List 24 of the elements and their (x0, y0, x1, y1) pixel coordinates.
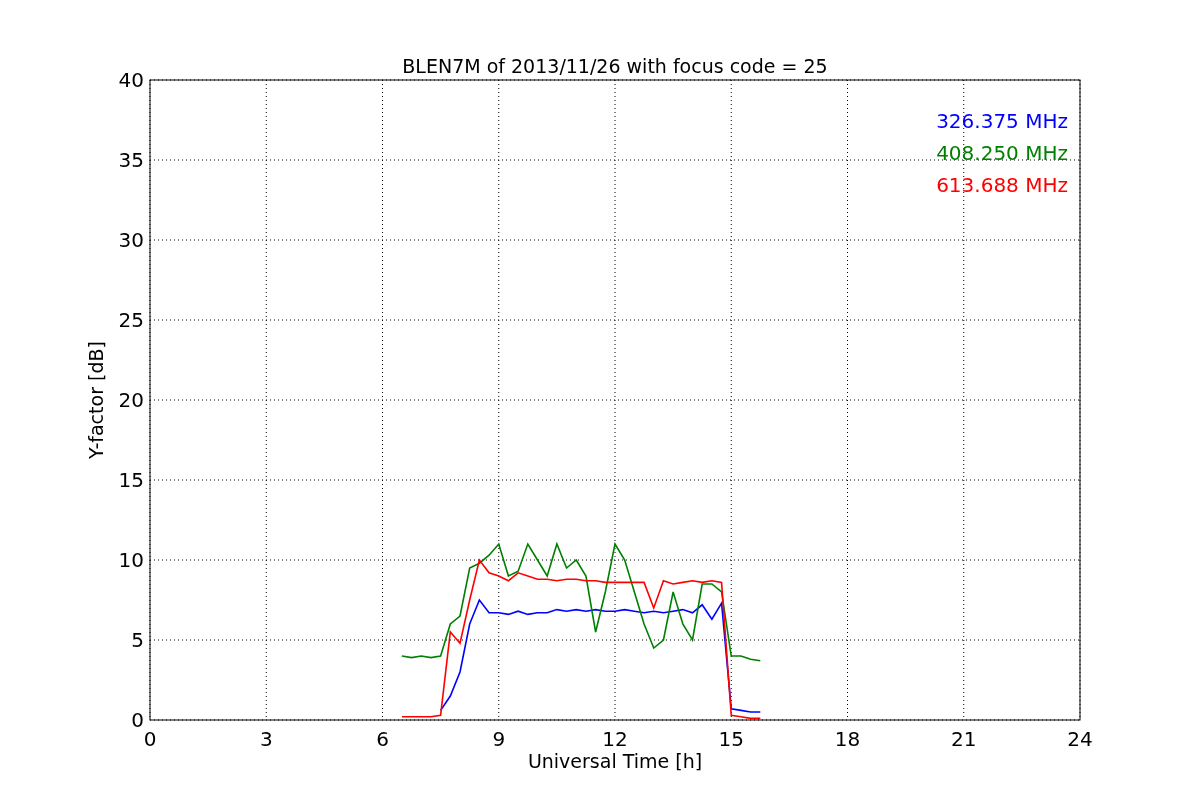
x-tick-label: 15 (718, 727, 744, 751)
legend-label: 408.250 MHz (936, 141, 1068, 165)
y-axis-label: Y-factor [dB] (85, 341, 107, 459)
y-tick-label: 30 (118, 228, 144, 252)
x-tick-label: 3 (259, 727, 273, 751)
y-tick-label: 10 (118, 548, 144, 572)
y-tick-label: 25 (118, 308, 144, 332)
x-tick-label: 6 (376, 727, 389, 751)
x-tick-label: 24 (1067, 727, 1093, 751)
x-tick-label: 9 (492, 727, 506, 751)
y-tick-label: 5 (131, 628, 144, 652)
x-tick-label: 12 (602, 727, 628, 751)
y-tick-label: 0 (131, 708, 144, 732)
x-axis-label: Universal Time [h] (527, 750, 703, 772)
y-tick-label: 35 (118, 148, 144, 172)
x-tick-label: 18 (834, 727, 861, 751)
y-tick-label: 15 (118, 468, 144, 492)
y-tick-label: 40 (118, 68, 144, 92)
chart-title: BLEN7M of 2013/11/26 with focus code = 25 (402, 55, 828, 77)
x-tick-label: 21 (951, 727, 977, 751)
legend-label: 326.375 MHz (936, 109, 1068, 133)
y-tick-label: 20 (118, 388, 144, 412)
legend-label: 613.688 MHz (936, 173, 1068, 197)
x-tick-label: 0 (143, 727, 157, 751)
